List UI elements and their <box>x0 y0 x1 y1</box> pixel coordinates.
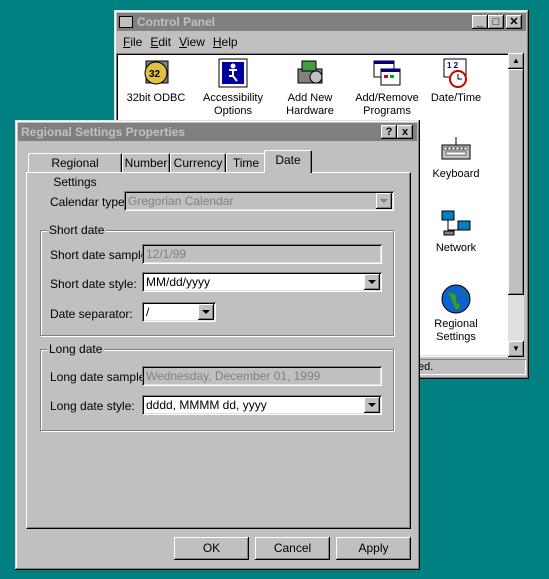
minimize-button[interactable]: _ <box>472 15 488 29</box>
cp-item-label: Accessibility Options <box>203 92 263 117</box>
cp-item-label: Add/Remove Programs <box>355 92 419 117</box>
tab-regional-settings[interactable]: Regional Settings <box>28 153 122 189</box>
status-text: ed. <box>418 361 434 373</box>
date-separator-value: / <box>146 305 150 319</box>
long-date-style-label: Long date style: <box>50 399 135 413</box>
scroll-up-button[interactable]: ▲ <box>508 53 524 69</box>
cp-item-datetime[interactable]: 1 2 Date/Time <box>418 57 494 105</box>
network-icon <box>440 207 472 239</box>
menu-view[interactable]: View <box>175 35 209 49</box>
cp-item-accessibility[interactable]: Accessibility Options <box>195 57 271 118</box>
long-date-sample-field: Wednesday, December 01, 1999 <box>142 366 382 386</box>
cp-item-label: 32bit ODBC <box>126 92 186 104</box>
programs-icon <box>371 57 403 89</box>
short-date-sample-label: Short date sample: <box>50 248 151 262</box>
long-date-group: Long date <box>40 342 394 431</box>
dialog-title: Regional Settings Properties <box>21 125 186 139</box>
hardware-icon <box>294 57 326 89</box>
calendar-type-select: Gregorian Calendar <box>124 191 394 211</box>
svg-text:1 2: 1 2 <box>447 61 459 70</box>
cp-item-label: Regional Settings <box>434 318 478 343</box>
scroll-down-button[interactable]: ▼ <box>508 341 524 357</box>
cp-item-label: Keyboard <box>432 168 480 180</box>
calendar-type-label: Calendar type: <box>50 195 129 209</box>
menu-bar: File Edit View Help <box>119 33 242 51</box>
cp-item-keyboard[interactable]: Keyboard <box>418 133 494 181</box>
long-date-style-value: dddd, MMMM dd, yyyy <box>146 398 267 412</box>
long-date-sample-value: Wednesday, December 01, 1999 <box>146 369 321 383</box>
control-panel-app-icon <box>119 16 133 28</box>
scroll-thumb[interactable] <box>508 69 524 295</box>
long-date-sample-label: Long date sample: <box>50 370 149 384</box>
menu-help[interactable]: Help <box>209 35 242 49</box>
vertical-scrollbar[interactable]: ▲ ▼ <box>508 53 524 357</box>
date-separator-label: Date separator: <box>50 307 133 321</box>
tab-currency[interactable]: Currency <box>170 153 226 172</box>
apply-button[interactable]: Apply <box>336 537 411 560</box>
short-date-group-label: Short date <box>47 223 107 237</box>
cp-item-network[interactable]: Network <box>418 207 494 255</box>
cp-item-hardware[interactable]: Add New Hardware <box>272 57 348 118</box>
chevron-down-icon[interactable] <box>364 397 380 413</box>
datetime-icon: 1 2 <box>440 57 472 89</box>
dialog-titlebar[interactable]: Regional Settings Properties ? x <box>18 123 417 141</box>
ok-button[interactable]: OK <box>174 537 249 560</box>
keyboard-icon <box>440 133 472 165</box>
short-date-sample-value: 12/1/99 <box>146 247 187 261</box>
chevron-down-icon <box>376 193 392 209</box>
cp-item-regional-settings[interactable]: Regional Settings <box>418 283 494 344</box>
long-date-group-label: Long date <box>47 342 105 356</box>
tab-time[interactable]: Time <box>226 153 266 172</box>
cp-item-odbc[interactable]: 32 32bit ODBC <box>118 57 194 105</box>
cp-item-label: Add New Hardware <box>286 92 334 117</box>
cp-item-label: Date/Time <box>430 92 482 104</box>
cp-item-programs[interactable]: Add/Remove Programs <box>349 57 425 118</box>
dialog-close-button[interactable]: x <box>397 125 413 139</box>
close-button[interactable]: ✕ <box>506 15 522 29</box>
help-button[interactable]: ? <box>381 125 397 139</box>
short-date-style-value: MM/dd/yyyy <box>146 275 211 289</box>
long-date-style-select[interactable]: dddd, MMMM dd, yyyy <box>142 395 382 415</box>
accessibility-icon <box>217 57 249 89</box>
menu-file[interactable]: File <box>119 35 146 49</box>
short-date-style-select[interactable]: MM/dd/yyyy <box>142 272 382 292</box>
control-panel-title: Control Panel <box>137 15 216 29</box>
maximize-button[interactable]: □ <box>488 15 504 29</box>
tab-date[interactable]: Date <box>264 150 312 173</box>
short-date-sample-field: 12/1/99 <box>142 244 382 264</box>
odbc-icon: 32 <box>140 57 172 89</box>
cancel-button[interactable]: Cancel <box>255 537 330 560</box>
svg-text:32: 32 <box>149 69 161 80</box>
short-date-style-label: Short date style: <box>50 277 137 291</box>
globe-icon <box>440 283 472 315</box>
control-panel-titlebar[interactable]: Control Panel _ □ ✕ <box>117 13 526 31</box>
chevron-down-icon[interactable] <box>198 304 214 320</box>
menu-edit[interactable]: Edit <box>146 35 175 49</box>
chevron-down-icon[interactable] <box>364 274 380 290</box>
tab-number[interactable]: Number <box>122 153 170 172</box>
calendar-type-value: Gregorian Calendar <box>128 194 234 208</box>
date-separator-select[interactable]: / <box>142 302 216 322</box>
cp-item-label: Network <box>435 242 477 254</box>
